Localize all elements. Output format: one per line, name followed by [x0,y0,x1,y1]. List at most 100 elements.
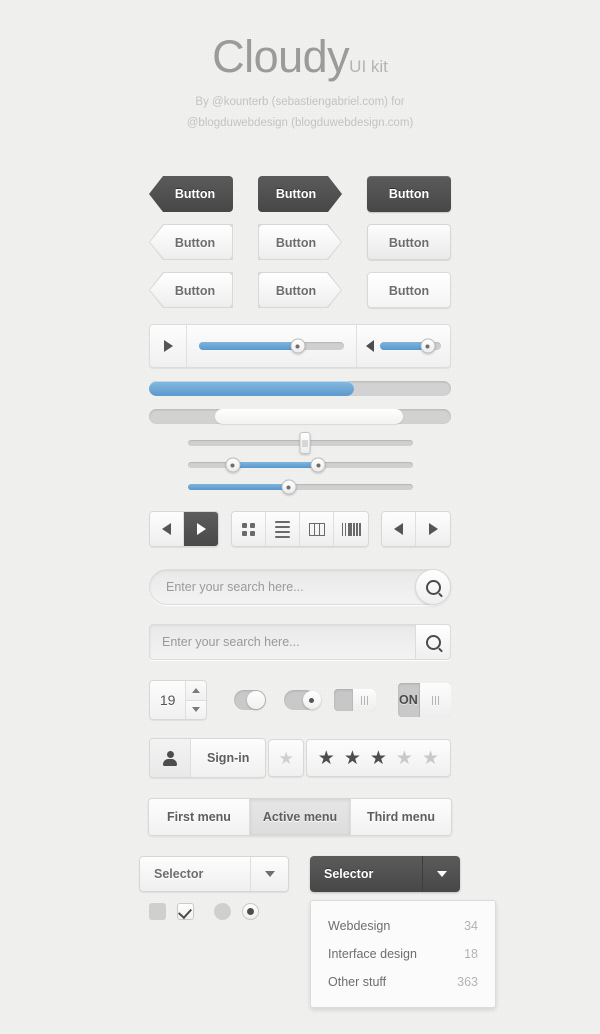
credits: By @kounterb (sebastiengabriel.com) for … [0,92,600,134]
search-bar-rounded[interactable]: Enter your search here... [149,569,451,605]
button-arrow-left-dark[interactable]: Button [149,176,233,212]
checkbox-unchecked[interactable] [149,903,166,920]
triangle-right-icon [196,523,206,535]
selector-light-label: Selector [154,867,204,881]
player-seek-slider[interactable] [199,338,344,354]
stepper-up-button[interactable] [186,681,206,701]
scrollbar-track[interactable] [149,409,451,424]
column-view-icon [308,522,325,536]
slider-vertical-handle-knob[interactable] [299,432,310,454]
signin-rating-row: Sign-in ★ ★ ★ ★ ★ ★ [149,738,451,778]
prev-button-right-group[interactable] [382,512,416,546]
search-input-square[interactable]: Enter your search here... [162,635,415,649]
pill-toggle-on[interactable] [233,690,266,710]
button-arrow-left-dark-wrap: Button [149,176,233,212]
button-arrow-right-lighter-wrap: Button [258,272,342,308]
search-bar-square[interactable]: Enter your search here... [149,624,451,660]
coverflow-view-button[interactable] [334,512,368,546]
sign-in-label: Sign-in [207,751,250,765]
search-button-rounded[interactable] [415,569,451,605]
selector-dark[interactable]: Selector [310,856,460,892]
slider-range-knob-high[interactable] [310,457,326,473]
sign-in-button[interactable]: Sign-in [149,738,267,778]
player-seek-knob[interactable] [290,338,306,354]
checkbox-checked[interactable] [177,903,194,920]
stepper-down-button[interactable] [186,700,206,719]
slider-single-knob[interactable] [281,479,297,495]
radio-selected[interactable] [242,903,259,920]
scrollbar-thumb[interactable] [215,409,403,424]
button-arrow-left-lighter[interactable]: Button [150,273,232,307]
magnifier-icon [425,634,441,650]
rect-toggle[interactable] [333,689,376,711]
volume-knob[interactable] [420,338,436,354]
number-stepper[interactable]: 19 [149,680,207,720]
single-star-button[interactable]: ★ [268,739,305,777]
progress-bar-blue[interactable] [149,381,451,396]
progress-bar-blue-fill [149,381,355,396]
button-arrow-right-lighter[interactable]: Button [259,273,341,307]
tab-first-menu[interactable]: First menu [149,799,250,835]
slider-single[interactable] [187,479,413,495]
pill-toggle-dot[interactable] [283,690,321,710]
credit-line-1: By @kounterb (sebastiengabriel.com) for [195,96,405,108]
slider-range-knob-low[interactable] [225,457,240,473]
star-icon-2[interactable]: ★ [344,749,361,768]
radio-unselected[interactable] [214,903,231,920]
search-button-square[interactable] [415,624,451,660]
star-icon-1[interactable]: ★ [318,749,335,768]
dropdown-item-webdesign[interactable]: Webdesign 34 [311,912,495,940]
pill-toggle-knob [246,691,265,709]
speaker-icon [366,340,374,352]
button-plain-lighter[interactable]: Button [367,272,451,308]
on-off-toggle-label: ON [399,693,418,707]
selector-dark-caret-cell[interactable] [422,856,460,892]
person-icon-cell [150,739,191,777]
column-view-button[interactable] [300,512,334,546]
list-view-button[interactable] [266,512,300,546]
tab-third-menu[interactable]: Third menu [351,799,451,835]
dropdown-item-interface-design[interactable]: Interface design 18 [311,940,495,968]
list-view-icon [275,520,290,538]
grip-icon [363,695,365,705]
caret-down-icon [264,871,275,877]
page-title: CloudyUI kit [0,34,600,79]
button-arrow-left-light[interactable]: Button [150,225,232,259]
slider-range[interactable] [187,457,413,473]
star-icon-3[interactable]: ★ [370,749,387,768]
triangle-left-icon [394,523,403,535]
grid-view-button[interactable] [232,512,266,546]
media-player-bar [149,324,451,368]
title-text: Cloudy [212,31,350,82]
button-arrow-right-light[interactable]: Button [259,225,341,259]
next-button-active[interactable] [184,512,218,546]
play-button[interactable] [150,325,187,367]
dropdown-item-other-stuff[interactable]: Other stuff 363 [311,968,495,996]
selector-light[interactable]: Selector [139,856,289,892]
tab-active-menu[interactable]: Active menu [250,799,351,835]
next-button-right-group[interactable] [416,512,450,546]
stepper-arrows [186,681,206,719]
star-icon-4[interactable]: ★ [396,749,413,768]
button-row-dark: Button Button Button [149,176,451,212]
selector-light-caret-cell[interactable] [250,857,288,891]
triangle-right-icon [428,523,438,535]
search-input-rounded[interactable]: Enter your search here... [166,580,415,594]
button-plain-dark[interactable]: Button [367,176,451,212]
button-arrow-right-dark[interactable]: Button [258,176,342,212]
dropdown-item-label: Webdesign [328,919,391,933]
prev-button[interactable] [150,512,184,546]
on-off-toggle[interactable]: ON [397,683,451,717]
credit-line-2: @blogduwebdesign (blogduwebdesign.com) [186,117,414,129]
button-arrow-right-light-wrap: Button [258,224,342,260]
play-triangle-icon [163,340,173,352]
volume-slider[interactable] [380,338,441,354]
icon-toolbar-row [149,511,451,547]
dropdown-menu: Webdesign 34 Interface design 18 Other s… [310,900,496,1008]
star-rating: ★ ★ ★ ★ ★ [305,739,451,777]
star-icon-5[interactable]: ★ [422,749,439,768]
caret-down-icon [436,871,447,877]
slider-vertical-handle[interactable] [187,432,413,454]
button-plain-light[interactable]: Button [367,224,451,260]
stepper-value[interactable]: 19 [150,681,187,719]
